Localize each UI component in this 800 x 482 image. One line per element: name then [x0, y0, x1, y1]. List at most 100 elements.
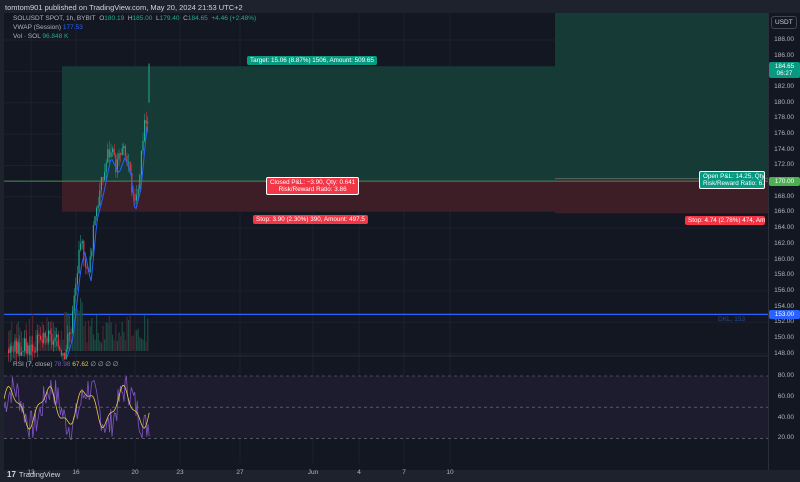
published-info: tomtom901 published on TradingView.com, … [5, 3, 243, 12]
candle-body [72, 311, 74, 333]
entry-price-label: 170.00 [769, 177, 800, 186]
candle-body [8, 349, 10, 353]
target-zone [62, 66, 555, 182]
time-tick: Jun [307, 469, 319, 476]
volume-bar [128, 320, 130, 351]
price-tick: 162.00 [774, 239, 794, 247]
volume-bar [131, 336, 133, 351]
risk-reward-text-2: Risk/Reward Ratio: 6.4 [703, 180, 765, 187]
volume-bar [137, 328, 139, 351]
candle-body [65, 349, 67, 360]
volume-bar [89, 326, 91, 351]
candle-body [27, 345, 29, 354]
volume-bar [64, 312, 66, 351]
candle-body [94, 216, 96, 226]
volume-bar [81, 302, 83, 351]
volume-bar [88, 320, 90, 351]
volume-legend[interactable]: Vol · SOL 96.848 K [13, 33, 68, 40]
chart-area[interactable]: SOLUSDT SPOT, 1h, BYBIT O180.19 H185.00 … [4, 13, 800, 476]
currency-button[interactable]: USDT [771, 16, 797, 29]
volume-label: Vol · SOL [13, 33, 41, 40]
candle-body [59, 346, 61, 351]
volume-bar [116, 340, 118, 351]
volume-bar [104, 339, 106, 351]
price-tick: 154.00 [774, 302, 794, 310]
price-tick: 168.00 [774, 192, 794, 200]
candle-body [123, 145, 125, 149]
price-tick: 180.00 [774, 98, 794, 106]
candle-body [11, 346, 13, 352]
price-tick: 152.00 [774, 318, 794, 326]
candle-body [49, 330, 51, 334]
candle-body [92, 225, 94, 251]
target-zone-2 [555, 13, 768, 179]
time-tick: 7 [402, 469, 406, 476]
volume-bar [100, 342, 102, 351]
candle-body [145, 120, 147, 124]
candle-body [43, 332, 45, 343]
change-value: +4.46 (+2.48%) [211, 15, 257, 22]
candle-body [105, 162, 107, 173]
candle-body [40, 335, 42, 340]
volume-bar [132, 335, 134, 351]
candle-body [78, 249, 80, 274]
candle-body [124, 145, 126, 156]
volume-bar [118, 332, 120, 351]
price-tick: 166.00 [774, 208, 794, 216]
volume-bar [123, 332, 125, 351]
candle-body [48, 330, 50, 343]
risk-reward-text: Risk/Reward Ratio: 3.86 [278, 186, 347, 193]
rsi-tick: 80.00 [777, 372, 794, 379]
volume-bar [121, 321, 123, 351]
time-tick: 20 [131, 469, 139, 476]
time-tick: 16 [72, 469, 80, 476]
candle-body [75, 284, 77, 296]
volume-bar [129, 314, 131, 351]
price-tick: 174.00 [774, 145, 794, 153]
vwap-label: VWAP (Session) [13, 24, 62, 31]
symbol-legend: SOLUSDT SPOT, 1h, BYBIT O180.19 H185.00 … [13, 15, 256, 22]
closed-pnl-label[interactable]: Closed P&L: −3.90, Qty: 0.641 Risk/Reward… [266, 177, 360, 195]
price-tick: 160.00 [774, 255, 794, 263]
candle-body [17, 342, 19, 354]
symbol-info: SOLUSDT SPOT, 1h, BYBIT [13, 15, 96, 22]
volume-bar [84, 320, 86, 351]
candle-body [140, 150, 142, 176]
tradingview-icon: 17 [7, 470, 16, 479]
time-tick: 4 [357, 469, 361, 476]
dkl-price-label: 153.00 [769, 310, 800, 319]
candle-body [142, 140, 144, 151]
low-value: 179.40 [159, 15, 180, 22]
price-tick: 182.00 [774, 83, 794, 91]
chart-canvas[interactable] [4, 13, 800, 470]
candle-body [110, 152, 112, 158]
volume-bar [76, 308, 78, 351]
candle-body [137, 189, 139, 195]
candle-body [62, 352, 64, 356]
candle-body [38, 335, 40, 336]
rsi-tick: 20.00 [777, 434, 794, 442]
candle-body [147, 121, 149, 124]
volume-value: 96.848 K [42, 33, 69, 40]
volume-bar [92, 334, 94, 351]
rsi-legend[interactable]: RSI (7, close) 78.98 67.62 ∅ ∅ ∅ ∅ [13, 360, 118, 368]
stop-label-2[interactable]: Stop: 4.74 (2.78%) 474, Amo [685, 216, 765, 225]
tradingview-logo[interactable]: 17 TradingView [7, 470, 60, 479]
volume-bar [91, 317, 93, 351]
rsi-value: 78.98 [54, 361, 71, 368]
candle-body [30, 344, 32, 356]
candle-body [96, 207, 98, 217]
target-label[interactable]: Target: 15.06 (8.87%) 1506, Amount: 509.… [247, 56, 377, 65]
vwap-legend[interactable]: VWAP (Session) 177.53 [13, 24, 83, 31]
stop-label[interactable]: Stop: 3.90 (2.30%) 390, Amount: 497.5 [253, 215, 368, 224]
price-tick: 172.00 [774, 161, 794, 169]
brand-name: TradingView [18, 470, 61, 479]
open-pnl-label[interactable]: Open P&L: 14.25, Qty: 0 Risk/Reward Ratio… [699, 171, 765, 189]
candle-body [32, 344, 34, 352]
candle-body [113, 148, 115, 155]
candle-body [144, 120, 146, 141]
dkl-label: DKL, 153 [718, 316, 746, 323]
price-tick: 156.00 [774, 286, 794, 294]
candle-body [51, 333, 53, 345]
volume-bar [49, 338, 51, 351]
